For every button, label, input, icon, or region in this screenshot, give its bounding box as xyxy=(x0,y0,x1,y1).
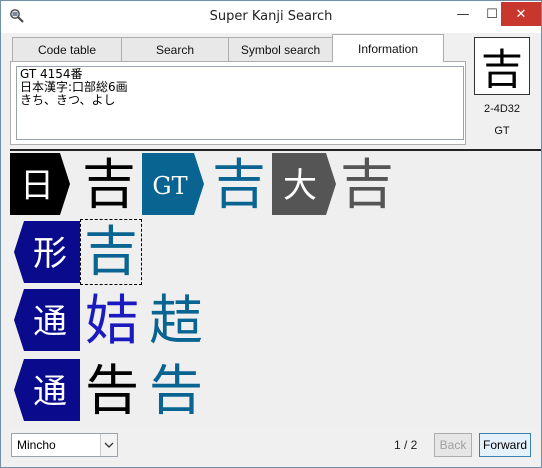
source-tag[interactable]: 形 xyxy=(14,221,80,283)
kanji-code: 2-4D32 xyxy=(483,103,521,115)
source-tag[interactable]: 日 xyxy=(10,153,70,215)
source-tag[interactable]: 大 xyxy=(272,153,336,215)
kanji-glyph[interactable]: 告 xyxy=(144,359,208,423)
app-window: Super Kanji Search — ☐ ✕ Code table Sear… xyxy=(0,0,542,468)
kanji-glyph[interactable]: 吉 xyxy=(78,153,140,217)
tab-symbol-search[interactable]: Symbol search xyxy=(228,37,333,61)
source-tag[interactable]: GT xyxy=(142,153,204,215)
kanji-glyph[interactable]: 吉 xyxy=(336,153,398,217)
source-tag[interactable]: 通 xyxy=(14,359,80,421)
tab-search[interactable]: Search xyxy=(121,37,229,61)
kanji-glyph[interactable]: 告 xyxy=(80,359,144,423)
title-bar: Super Kanji Search — ☐ ✕ xyxy=(1,1,541,33)
forward-button[interactable]: Forward xyxy=(479,433,531,457)
source-tag-label: GT xyxy=(152,172,187,200)
client-area: Code table Search Symbol search Informat… xyxy=(1,33,541,467)
tab-information[interactable]: Information xyxy=(332,34,444,62)
information-textbox[interactable]: GT 4154番 日本漢字:口部総6画 きち、きつ、よし xyxy=(16,66,464,140)
information-panel: GT 4154番 日本漢字:口部総6画 きち、きつ、よし xyxy=(10,61,466,145)
result-row: 日 吉 GT 吉 大 吉 xyxy=(10,153,541,219)
font-set-label: GT xyxy=(494,125,510,137)
tab-code-table[interactable]: Code table xyxy=(12,37,122,61)
chevron-down-icon[interactable] xyxy=(100,434,117,456)
info-line: きち、きつ、よし xyxy=(20,93,116,107)
results-area: 日 吉 GT 吉 大 吉 形 吉 通 姞 趌 通 告 告 xyxy=(10,149,541,429)
source-tag[interactable]: 通 xyxy=(14,289,80,351)
result-row: 通 告 告 xyxy=(10,359,541,425)
kanji-glyph[interactable]: 吉 xyxy=(208,153,270,217)
page-indicator: 1 / 2 xyxy=(394,438,418,452)
source-tag-label: 大 xyxy=(283,166,317,206)
source-tag-label: 通 xyxy=(33,302,67,342)
source-tag-label: 日 xyxy=(20,166,54,206)
kanji-glyph[interactable]: 趌 xyxy=(144,289,208,353)
kanji-preview: 吉 xyxy=(474,37,530,95)
close-button[interactable]: ✕ xyxy=(501,2,541,26)
font-select[interactable]: Mincho xyxy=(11,433,118,457)
source-tag-label: 形 xyxy=(33,234,67,274)
result-row: 通 姞 趌 xyxy=(10,289,541,355)
kanji-glyph-selected[interactable]: 吉 xyxy=(80,219,142,285)
back-button[interactable]: Back xyxy=(434,433,472,457)
minimize-button[interactable]: — xyxy=(447,2,479,26)
source-tag-label: 通 xyxy=(33,372,67,412)
result-row: 形 吉 xyxy=(10,219,541,287)
font-select-value: Mincho xyxy=(17,438,56,452)
kanji-glyph[interactable]: 姞 xyxy=(80,289,144,353)
